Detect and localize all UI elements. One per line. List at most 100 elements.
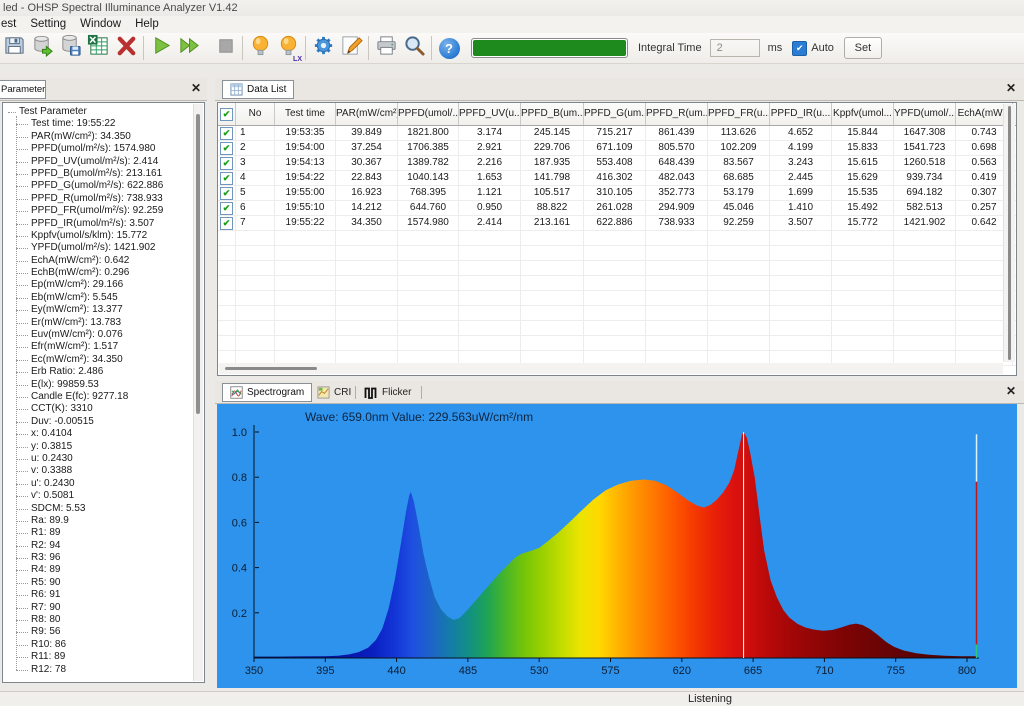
tree-item[interactable]: R6: 91 (7, 589, 191, 601)
column-header[interactable]: PAR(mW/cm²) (336, 103, 398, 125)
print-button[interactable] (372, 34, 400, 62)
tree-item[interactable]: Kppfv(umol/s/klm): 15.772 (7, 230, 191, 242)
tree-item[interactable]: R11: 89 (7, 651, 191, 663)
table-row[interactable]: ✔519:55:0016.923768.3951.121105.517310.1… (218, 186, 1016, 201)
tree-item[interactable]: SDCM: 5.53 (7, 503, 191, 515)
table-row[interactable]: ✔319:54:1330.3671389.7822.216187.935553.… (218, 156, 1016, 171)
datalist-vscroll-thumb[interactable] (1008, 106, 1011, 360)
tree-item[interactable]: R12: 78 (7, 664, 191, 676)
menu-item-setting[interactable]: Setting (23, 16, 73, 33)
select-all-checkbox[interactable]: ✔ (220, 108, 233, 121)
tree-item[interactable]: Erb Ratio: 2.486 (7, 366, 191, 378)
db-save-button[interactable] (56, 34, 84, 62)
tree-item[interactable]: R1: 89 (7, 527, 191, 539)
parameter-scrollbar-thumb[interactable] (196, 114, 200, 414)
table-row[interactable]: ✔619:55:1014.212644.7600.95088.822261.02… (218, 201, 1016, 216)
tree-item[interactable]: Euv(mW/cm²): 0.076 (7, 329, 191, 341)
datalist-hscroll-thumb[interactable] (225, 367, 317, 370)
delete-button[interactable] (112, 34, 140, 62)
menu-item-window[interactable]: Window (73, 16, 128, 33)
tab-flicker[interactable]: Flicker (357, 383, 418, 402)
tree-item[interactable]: R5: 90 (7, 577, 191, 589)
tree-item[interactable]: R10: 86 (7, 639, 191, 651)
tree-item[interactable]: u': 0.2430 (7, 478, 191, 490)
bulb-button[interactable] (246, 34, 274, 62)
tree-item[interactable]: Efr(mW/cm²): 1.517 (7, 341, 191, 353)
spectrogram-chart[interactable]: Wave: 659.0nm Value: 229.563uW/cm²/nm 0.… (217, 404, 1017, 688)
tab-data-list[interactable]: Data List (222, 80, 294, 99)
tree-item[interactable]: R4: 89 (7, 564, 191, 576)
play-button[interactable] (147, 34, 175, 62)
table-row[interactable]: ✔719:55:2234.3501574.9802.414213.161622.… (218, 216, 1016, 231)
tree-item[interactable]: Ra: 89.9 (7, 515, 191, 527)
tree-item[interactable]: R2: 94 (7, 540, 191, 552)
bulb-lx-button[interactable]: LX (274, 34, 302, 62)
tree-item[interactable]: R8: 80 (7, 614, 191, 626)
tree-item[interactable]: Ec(mW/cm²): 34.350 (7, 354, 191, 366)
parameter-scrollbar[interactable] (193, 104, 203, 681)
tree-item[interactable]: CCT(K): 3310 (7, 403, 191, 415)
datalist-vscrollbar[interactable] (1003, 104, 1015, 362)
row-checkbox[interactable]: ✔ (220, 202, 233, 215)
tree-item[interactable]: Eb(mW/cm²): 5.545 (7, 292, 191, 304)
row-checkbox[interactable]: ✔ (220, 217, 233, 230)
tree-item[interactable]: Test time: 19:55:22 (7, 118, 191, 130)
tree-item[interactable]: Ey(mW/cm²): 13.377 (7, 304, 191, 316)
tree-item[interactable]: PPFD_G(umol/m²/s): 622.886 (7, 180, 191, 192)
auto-checkbox[interactable]: ✔ (792, 41, 807, 56)
settings-button[interactable] (309, 34, 337, 62)
tree-item[interactable]: v: 0.3388 (7, 465, 191, 477)
column-header[interactable]: PPFD_UV(u... (459, 103, 521, 125)
db-export-button[interactable] (28, 34, 56, 62)
integral-time-input[interactable] (710, 39, 760, 57)
parameter-close-icon[interactable]: ✕ (191, 81, 201, 95)
tree-item[interactable]: x: 0.4104 (7, 428, 191, 440)
column-header[interactable]: PPFD(umol/... (398, 103, 459, 125)
help-button[interactable]: ? (435, 34, 463, 62)
spectrogram-close-icon[interactable]: ✕ (1006, 384, 1016, 398)
row-checkbox[interactable]: ✔ (220, 142, 233, 155)
tree-item[interactable]: v': 0.5081 (7, 490, 191, 502)
tab-cri[interactable]: CRI (310, 383, 358, 402)
tree-item[interactable]: y: 0.3815 (7, 441, 191, 453)
stop-button[interactable] (211, 34, 239, 62)
tree-item[interactable]: u: 0.2430 (7, 453, 191, 465)
tree-item[interactable]: EchA(mW/cm²): 0.642 (7, 255, 191, 267)
tab-parameter[interactable]: Parameter (0, 80, 46, 99)
tree-item[interactable]: PAR(mW/cm²): 34.350 (7, 131, 191, 143)
set-button[interactable]: Set (844, 37, 882, 59)
column-header[interactable]: YPFD(umol/... (894, 103, 956, 125)
tree-item[interactable]: Duv: -0.00515 (7, 416, 191, 428)
datalist-close-icon[interactable]: ✕ (1006, 81, 1016, 95)
column-header[interactable]: Kppfv(umol... (832, 103, 894, 125)
column-header[interactable]: Test time (275, 103, 336, 125)
column-header[interactable]: No (236, 103, 275, 125)
menu-item-est[interactable]: est (0, 16, 23, 33)
excel-export-button[interactable] (84, 34, 112, 62)
column-header[interactable]: PPFD_B(um... (521, 103, 584, 125)
column-header[interactable]: PPFD_R(um... (646, 103, 708, 125)
table-row[interactable]: ✔219:54:0037.2541706.3852.921229.706671.… (218, 141, 1016, 156)
tree-item[interactable]: Er(mW/cm²): 13.783 (7, 317, 191, 329)
row-checkbox[interactable]: ✔ (220, 157, 233, 170)
tree-item[interactable]: PPFD_B(umol/m²/s): 213.161 (7, 168, 191, 180)
row-checkbox[interactable]: ✔ (220, 127, 233, 140)
tree-item[interactable]: Ep(mW/cm²): 29.166 (7, 279, 191, 291)
save-button[interactable] (0, 34, 28, 62)
column-header[interactable]: PPFD_FR(u... (708, 103, 770, 125)
tree-item[interactable]: PPFD(umol/m²/s): 1574.980 (7, 143, 191, 155)
edit-button[interactable] (337, 34, 365, 62)
datalist-hscrollbar[interactable] (219, 363, 1003, 374)
tree-item[interactable]: PPFD_UV(umol/m²/s): 2.414 (7, 156, 191, 168)
tree-item[interactable]: Candle E(fc): 9277.18 (7, 391, 191, 403)
tree-item[interactable]: PPFD_R(umol/m²/s): 738.933 (7, 193, 191, 205)
table-row[interactable]: ✔119:53:3539.8491821.8003.174245.145715.… (218, 126, 1016, 141)
tree-item[interactable]: E(lx): 99859.53 (7, 379, 191, 391)
tree-root[interactable]: Test Parameter (7, 106, 191, 118)
table-row[interactable]: ✔419:54:2222.8431040.1431.653141.798416.… (218, 171, 1016, 186)
column-header[interactable]: PPFD_IR(u... (770, 103, 832, 125)
tree-item[interactable]: R3: 96 (7, 552, 191, 564)
menu-item-help[interactable]: Help (128, 16, 166, 33)
tree-item[interactable]: R9: 56 (7, 626, 191, 638)
tree-item[interactable]: YPFD(umol/m²/s): 1421.902 (7, 242, 191, 254)
